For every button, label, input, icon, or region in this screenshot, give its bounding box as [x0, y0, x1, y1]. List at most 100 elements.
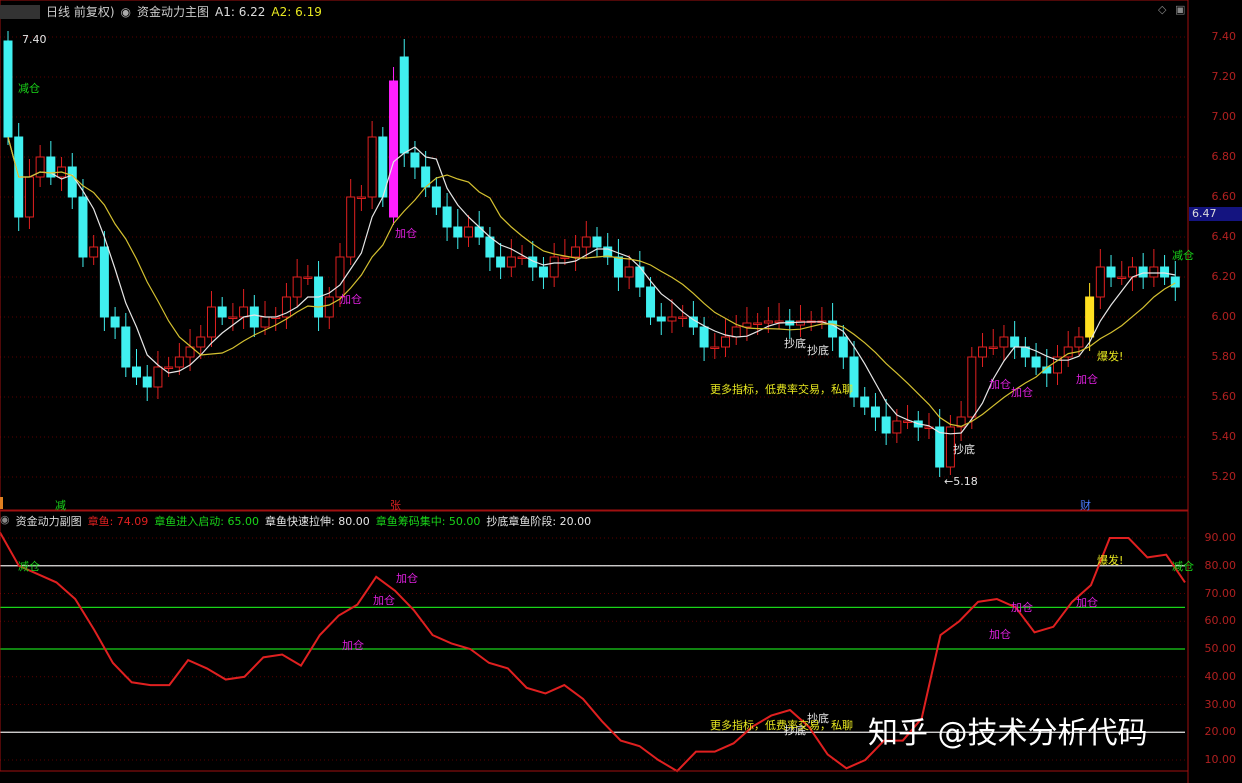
candle: [399, 56, 409, 154]
candle: [110, 316, 120, 328]
panel-toggle-icon[interactable]: ▣: [1175, 3, 1185, 16]
marker-block: [0, 497, 3, 509]
sub-y-tick-label: 60.00: [1204, 614, 1237, 628]
y-tick-label: 7.40: [1211, 30, 1237, 43]
candle: [389, 80, 399, 218]
legend-start: 章鱼进入启动: 65.00: [154, 515, 260, 528]
diamond-icon[interactable]: ◇: [1158, 3, 1166, 16]
candle: [763, 320, 773, 324]
annotation-add: 加仓: [989, 378, 1011, 391]
candle: [142, 376, 152, 388]
candle: [67, 166, 77, 198]
min-price-label: ←5.18: [944, 475, 978, 488]
candle: [228, 316, 238, 319]
indicator-dropdown-icon[interactable]: ◉: [121, 5, 131, 19]
candle: [24, 176, 34, 218]
annotation-bottom: 抄底: [953, 443, 975, 456]
candle: [1117, 276, 1127, 279]
annotation-add: 加仓: [1011, 386, 1033, 399]
candle: [99, 246, 109, 318]
sub-annotation-add: 加仓: [396, 572, 418, 585]
candle: [89, 246, 99, 258]
candle: [346, 196, 356, 258]
candle: [1095, 266, 1105, 298]
chart-canvas: [0, 0, 1189, 783]
candle: [260, 316, 270, 328]
candle: [356, 196, 366, 199]
a2-value: A2: 6.19: [271, 4, 322, 19]
candle: [656, 316, 666, 322]
indicator-name[interactable]: 资金动力主图: [137, 3, 209, 20]
marker-reduce: 减: [55, 499, 66, 512]
candle: [35, 156, 45, 178]
candle: [1085, 296, 1095, 338]
sub-annotation-add: 加仓: [373, 594, 395, 607]
candle: [474, 226, 484, 238]
candle: [646, 286, 656, 318]
annotation-burst: 爆发!: [1097, 350, 1124, 363]
period-label[interactable]: 日线 前复权): [46, 3, 115, 20]
annotation-reduce: 减仓: [1172, 249, 1194, 262]
candle: [710, 346, 720, 349]
candle: [1138, 266, 1148, 278]
candle: [774, 320, 784, 323]
candle: [132, 366, 142, 378]
y-tick-label: 5.40: [1211, 430, 1237, 443]
candle: [463, 226, 473, 238]
sub-annotation-reduce: 减仓: [18, 560, 40, 573]
candle: [506, 256, 516, 268]
candle: [496, 256, 506, 268]
candle: [742, 322, 752, 328]
candle: [731, 326, 741, 338]
a1-value: A1: 6.22: [215, 4, 266, 19]
legend-stretch: 章鱼快速拉伸: 80.00: [265, 515, 370, 528]
stock-name-blurred: [0, 4, 40, 19]
candle: [838, 336, 848, 358]
candle: [303, 276, 313, 279]
candle: [560, 256, 570, 259]
annotation-add: 加仓: [1076, 373, 1098, 386]
sub-annotation-add: 加仓: [989, 628, 1011, 641]
candle: [667, 316, 677, 322]
sub-indicator-icon[interactable]: ◉: [0, 513, 10, 529]
candle: [753, 322, 763, 325]
candle: [164, 366, 174, 369]
candle: [239, 306, 249, 318]
candle: [1106, 266, 1116, 278]
candle: [121, 326, 131, 368]
sub-y-tick-label: 70.00: [1204, 586, 1237, 600]
sub-y-tick-label: 90.00: [1204, 531, 1237, 544]
y-tick-label: 7.00: [1211, 110, 1237, 123]
sub-indicator-name[interactable]: 资金动力副图: [16, 513, 82, 529]
candle: [442, 206, 452, 228]
y-tick-label: 6.40: [1211, 230, 1237, 243]
sub-y-tick-label: 40.00: [1204, 669, 1237, 683]
candle: [485, 236, 495, 258]
candle: [613, 256, 623, 278]
candle: [967, 356, 977, 418]
sub-y-tick-label: 10.00: [1204, 753, 1237, 766]
candle: [592, 236, 602, 248]
candle: [3, 40, 13, 138]
candle: [196, 336, 206, 348]
watermark: 知乎 @技术分析代码: [868, 716, 1148, 751]
candle: [174, 356, 184, 368]
candle: [410, 152, 420, 168]
candle: [453, 226, 463, 238]
sub-promo-text: 更多指标，低费率交易，私聊: [710, 719, 853, 732]
candle: [292, 276, 302, 298]
marker-finance: 财: [1080, 499, 1091, 512]
candle: [1160, 266, 1170, 278]
candle: [699, 326, 709, 348]
sub-annotation-add: 加仓: [1011, 601, 1033, 614]
main-panel-border: [0, 0, 1189, 511]
candle: [549, 256, 559, 278]
sub-annotation-add: 加仓: [1076, 596, 1098, 609]
y-tick-label: 6.20: [1211, 270, 1237, 283]
candle: [324, 296, 334, 318]
candle: [870, 406, 880, 418]
candle: [538, 266, 548, 278]
candle: [153, 366, 163, 388]
annotation-add: 加仓: [340, 293, 362, 306]
candle: [1010, 336, 1020, 348]
